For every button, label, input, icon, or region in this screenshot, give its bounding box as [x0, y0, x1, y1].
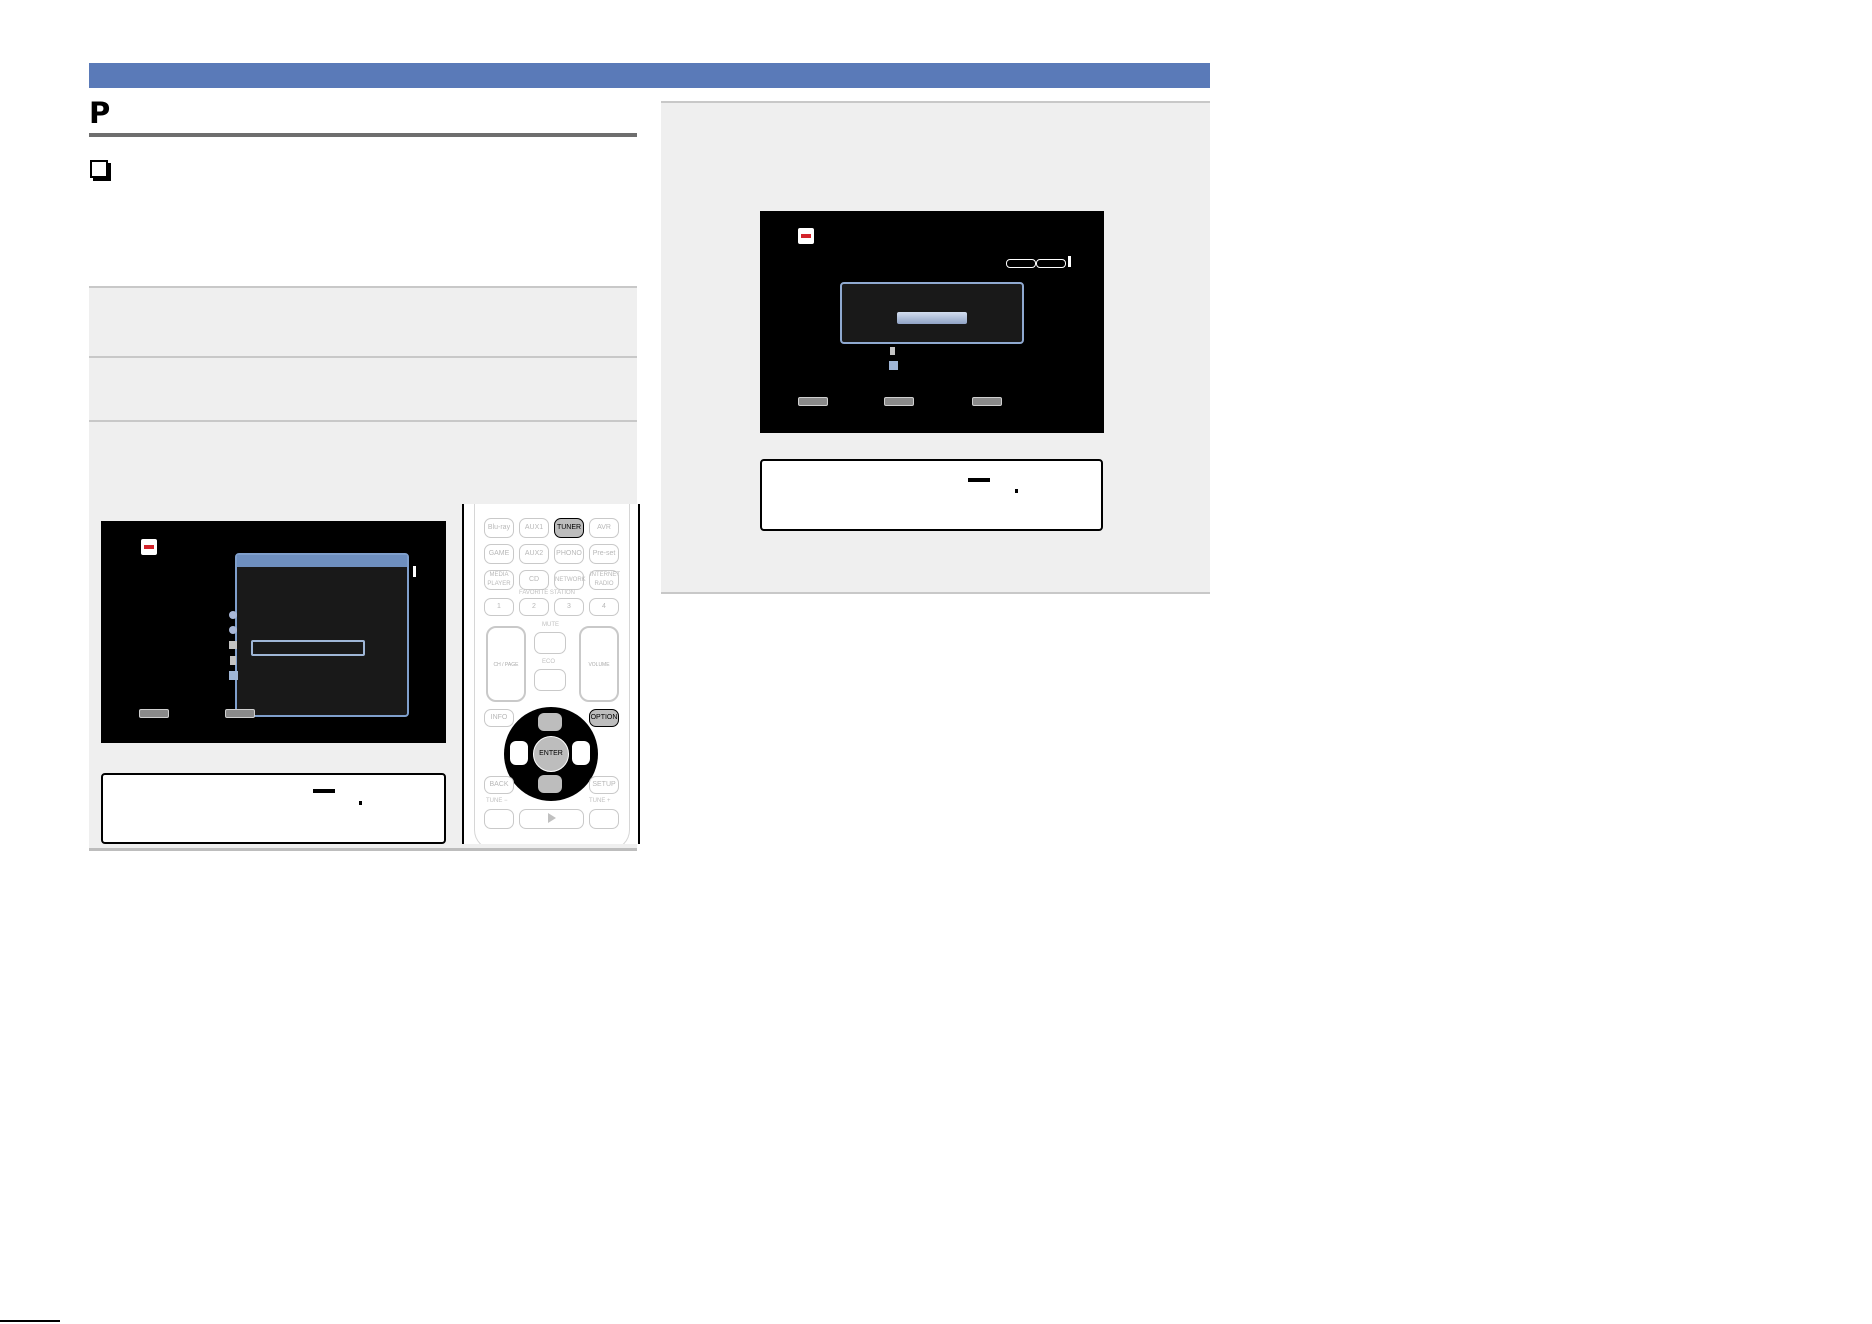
cursor-right-button[interactable] — [572, 741, 590, 765]
lock-icon — [230, 656, 236, 665]
remote-play-button[interactable] — [519, 809, 584, 829]
remote-phono-button[interactable]: PHONO — [554, 544, 584, 564]
status-pill-2 — [1036, 259, 1066, 268]
remote-tuner-button[interactable]: TUNER — [554, 518, 584, 538]
dialog-ok-button[interactable] — [897, 312, 967, 324]
remote-cd-button[interactable]: CD — [519, 570, 549, 590]
directional-pad[interactable]: ENTER — [504, 707, 598, 801]
favorite-station-label: FAVORITE STATION — [519, 590, 576, 596]
indicator-icon — [313, 789, 335, 793]
remote-back-button[interactable]: BACK — [484, 776, 514, 794]
remote-avr-button[interactable]: AVR — [589, 518, 619, 538]
ch-key-icon — [884, 397, 914, 406]
remote-info-button[interactable]: INFO — [484, 709, 514, 727]
mute-button[interactable] — [534, 632, 566, 654]
step-2-panel — [89, 356, 637, 422]
tv-screen-left — [101, 521, 446, 743]
tuner-logo-icon — [798, 228, 814, 244]
checkbox-icon — [90, 160, 108, 178]
dot-mark — [359, 801, 362, 805]
dot-mark — [1015, 489, 1018, 493]
page-bottom-mark — [0, 1320, 60, 1322]
status-pill-1 — [1006, 259, 1036, 268]
remote-enter-button[interactable]: ENTER — [533, 736, 569, 772]
cursor-left-button[interactable] — [510, 741, 528, 765]
option-key-icon — [972, 397, 1002, 406]
page-title: P — [89, 96, 111, 130]
tuner-logo-icon — [141, 539, 157, 555]
remote-bluray-button[interactable]: Blu-ray — [484, 518, 514, 538]
info-icon — [229, 671, 238, 680]
title-underline — [89, 133, 637, 137]
mute-label: MUTE — [542, 622, 559, 628]
remote-aux2-button[interactable]: AUX2 — [519, 544, 549, 564]
option-popup — [235, 553, 409, 717]
cursor-down-button[interactable] — [538, 775, 562, 793]
step-1-panel — [89, 286, 637, 358]
remote-option-button[interactable]: OPTION — [589, 709, 619, 727]
ch-key-icon — [225, 709, 255, 718]
tune-plus-label: TUNE + — [589, 798, 611, 804]
indicator-icon — [968, 478, 990, 482]
eco-label: ECO — [542, 659, 556, 665]
section-header-bar — [89, 63, 1210, 88]
remote-internet-radio-button[interactable]: INTERNET RADIO — [589, 570, 620, 590]
lock-icon — [890, 347, 895, 355]
tune-key-icon — [798, 397, 828, 406]
signal-icon — [1068, 256, 1071, 267]
artist-icon — [229, 611, 237, 619]
music-note-icon — [229, 641, 237, 649]
tv-screen-right — [760, 211, 1104, 433]
volume-rocker[interactable]: VOLUME — [579, 626, 619, 702]
signal-icon — [413, 566, 416, 577]
popup-header — [237, 555, 407, 567]
ch-page-rocker[interactable]: CH / PAGE — [486, 626, 526, 702]
remote-setup-button[interactable]: SETUP — [589, 776, 619, 794]
remote-number-1[interactable]: 1 — [484, 598, 514, 616]
remote-control: Blu-ray AUX1 TUNER AVR GAME AUX2 PHONO P… — [462, 504, 640, 844]
remote-game-button[interactable]: GAME — [484, 544, 514, 564]
info-icon — [889, 361, 898, 370]
ch-page-label: CH / PAGE — [493, 662, 519, 668]
note-box-left — [101, 773, 446, 844]
note-box-right — [760, 459, 1103, 531]
volume-label: VOLUME — [588, 662, 610, 668]
cursor-up-button[interactable] — [538, 713, 562, 731]
tune-minus-label: TUNE − — [486, 798, 508, 804]
remote-skip-forward-button[interactable] — [589, 809, 619, 829]
remote-number-2[interactable]: 2 — [519, 598, 549, 616]
remote-number-4[interactable]: 4 — [589, 598, 619, 616]
play-icon — [547, 813, 556, 824]
remote-aux1-button[interactable]: AUX1 — [519, 518, 549, 538]
popup-selected-item[interactable] — [251, 640, 365, 656]
tune-key-icon — [139, 709, 169, 718]
eco-button[interactable] — [534, 669, 566, 691]
remote-preset-button[interactable]: Pre-set — [589, 544, 619, 564]
album-icon — [229, 626, 237, 634]
remote-network-button[interactable]: NETWORK — [554, 570, 586, 590]
remote-number-3[interactable]: 3 — [554, 598, 584, 616]
dialog-box — [840, 282, 1024, 344]
remote-media-player-button[interactable]: MEDIA PLAYER — [484, 570, 514, 590]
section-divider — [89, 848, 637, 851]
remote-skip-back-button[interactable] — [484, 809, 514, 829]
